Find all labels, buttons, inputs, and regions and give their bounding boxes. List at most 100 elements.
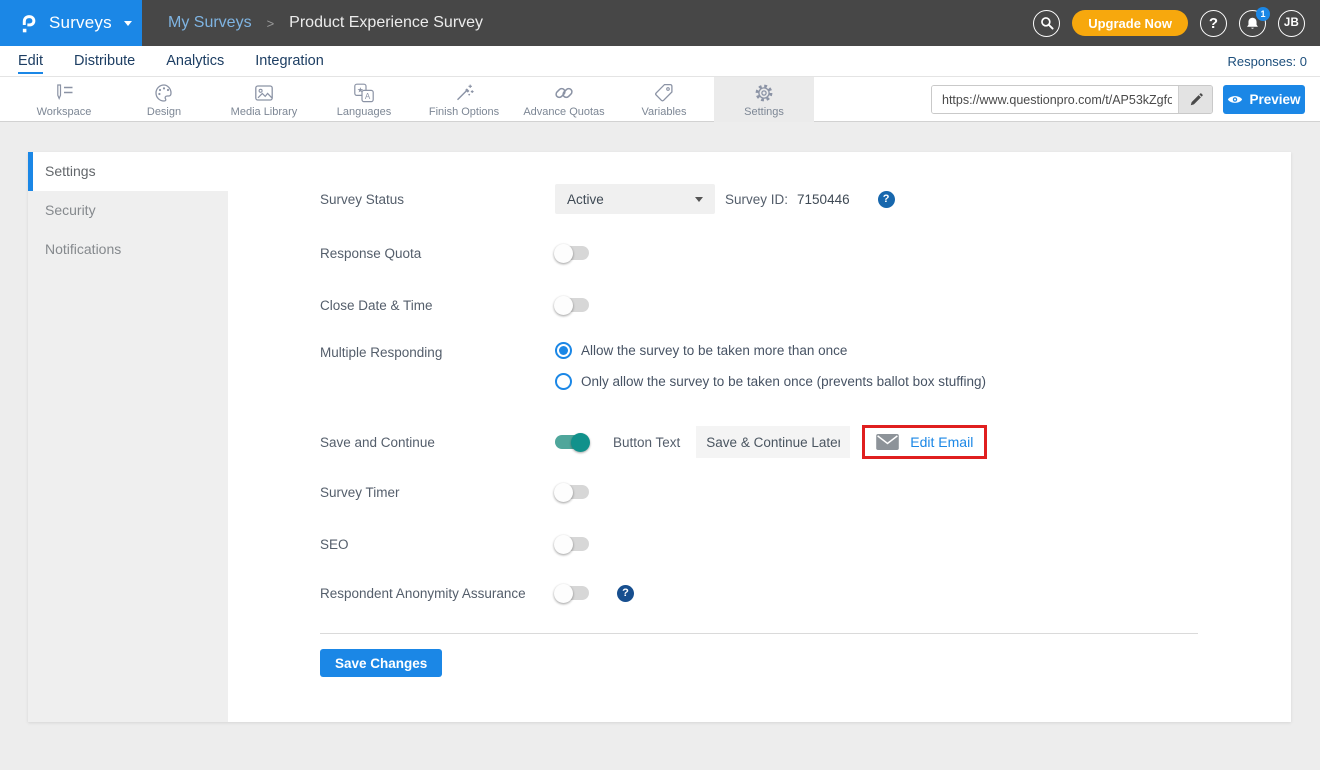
survey-status-select[interactable]: Active	[555, 184, 715, 214]
save-changes-button[interactable]: Save Changes	[320, 649, 442, 677]
multiple-responding-label: Multiple Responding	[320, 342, 555, 360]
toolbar-item-label: Design	[147, 106, 181, 118]
button-text-label: Button Text	[613, 435, 680, 450]
toolbar-item-design[interactable]: Design	[114, 77, 214, 122]
radio-unselected-icon[interactable]	[555, 373, 572, 390]
sidebar-item-settings[interactable]: Settings	[28, 152, 228, 191]
close-date-row: Close Date & Time	[320, 290, 1251, 320]
chain-links-icon	[553, 82, 575, 104]
tab-integration[interactable]: Integration	[255, 49, 324, 74]
toggle-knob	[554, 296, 573, 315]
breadcrumb-separator: >	[267, 16, 275, 31]
toolbar-item-label: Finish Options	[429, 106, 499, 118]
radio-option-once-only[interactable]: Only allow the survey to be taken once (…	[555, 373, 986, 390]
toolbar-item-media-library[interactable]: Media Library	[214, 77, 314, 122]
svg-text:A: A	[365, 91, 371, 100]
settings-form: Survey Status Active Survey ID: 7150446 …	[228, 152, 1291, 722]
radio-option-label: Allow the survey to be taken more than o…	[581, 343, 847, 358]
toolbar-item-languages[interactable]: ★ A Languages	[314, 77, 414, 122]
media-library-icon	[253, 82, 275, 104]
multiple-responding-row: Multiple Responding Allow the survey to …	[320, 342, 1251, 400]
preview-button[interactable]: Preview	[1223, 85, 1305, 114]
avatar[interactable]: JB	[1278, 10, 1305, 37]
tab-analytics[interactable]: Analytics	[166, 49, 224, 74]
search-button[interactable]	[1033, 10, 1060, 37]
tab-distribute[interactable]: Distribute	[74, 49, 135, 74]
workspace-icon	[53, 82, 75, 104]
settings-card: Settings Security Notifications Survey S…	[28, 152, 1291, 722]
toolbar-items: Workspace Design Media Library ★	[14, 77, 814, 122]
breadcrumb-survey-title: Product Experience Survey	[289, 14, 483, 32]
toolbar-item-variables[interactable]: Variables	[614, 77, 714, 122]
product-name: Surveys	[49, 13, 112, 33]
breadcrumb-my-surveys[interactable]: My Surveys	[168, 14, 252, 32]
survey-url-input[interactable]	[932, 86, 1178, 113]
edit-email-link[interactable]: Edit Email	[910, 434, 973, 450]
envelope-icon	[876, 434, 899, 450]
survey-id-label: Survey ID:	[725, 192, 788, 207]
survey-timer-row: Survey Timer	[320, 478, 1251, 506]
seo-row: SEO	[320, 530, 1251, 558]
anonymity-toggle[interactable]	[555, 586, 589, 600]
anonymity-help-icon[interactable]: ?	[617, 585, 634, 602]
chevron-down-icon	[124, 21, 132, 26]
survey-id-value: 7150446	[797, 192, 850, 207]
sidebar-item-security[interactable]: Security	[28, 191, 228, 230]
toggle-knob	[554, 584, 573, 603]
design-palette-icon	[153, 82, 175, 104]
questionpro-logo-icon	[17, 12, 40, 35]
radio-option-label: Only allow the survey to be taken once (…	[581, 374, 986, 389]
survey-id-help-icon[interactable]: ?	[878, 191, 895, 208]
anonymity-label: Respondent Anonymity Assurance	[320, 586, 555, 601]
toolbar-item-label: Workspace	[37, 106, 92, 118]
toolbar-item-advance-quotas[interactable]: Advance Quotas	[514, 77, 614, 122]
button-text-input[interactable]	[696, 426, 850, 458]
sidebar-item-notifications[interactable]: Notifications	[28, 230, 228, 269]
save-and-continue-row: Save and Continue Button Text Edit Email	[320, 423, 1251, 461]
pencil-icon	[1189, 93, 1203, 107]
radio-option-multiple-allowed[interactable]: Allow the survey to be taken more than o…	[555, 342, 986, 359]
anonymity-row: Respondent Anonymity Assurance ?	[320, 579, 1251, 607]
seo-toggle[interactable]	[555, 537, 589, 551]
tab-edit[interactable]: Edit	[18, 49, 43, 74]
edit-url-button[interactable]	[1178, 86, 1212, 113]
toggle-knob	[554, 535, 573, 554]
edit-email-highlight-box[interactable]: Edit Email	[862, 425, 987, 459]
top-header: Surveys My Surveys > Product Experience …	[0, 0, 1320, 46]
breadcrumb: My Surveys > Product Experience Survey	[168, 0, 483, 46]
toggle-knob	[571, 433, 590, 452]
toggle-knob	[554, 244, 573, 263]
toolbar-item-finish-options[interactable]: Finish Options	[414, 77, 514, 122]
edit-toolbar: Workspace Design Media Library ★	[0, 77, 1320, 122]
toolbar-item-label: Variables	[641, 106, 686, 118]
help-button[interactable]: ?	[1200, 10, 1227, 37]
seo-label: SEO	[320, 537, 555, 552]
responses-count: Responses: 0	[1228, 54, 1308, 69]
save-and-continue-label: Save and Continue	[320, 435, 555, 450]
avatar-initials: JB	[1284, 17, 1299, 29]
preview-label: Preview	[1249, 92, 1300, 107]
header-actions: Upgrade Now ? 1 JB	[1033, 0, 1305, 46]
close-date-toggle[interactable]	[555, 298, 589, 312]
toolbar-item-label: Settings	[744, 106, 784, 118]
close-date-label: Close Date & Time	[320, 298, 555, 313]
magic-wand-icon	[453, 82, 475, 104]
content-area: Settings Security Notifications Survey S…	[0, 122, 1320, 770]
toolbar-item-workspace[interactable]: Workspace	[14, 77, 114, 122]
save-and-continue-toggle[interactable]	[555, 435, 589, 449]
survey-status-label: Survey Status	[320, 192, 555, 207]
notifications-button[interactable]: 1	[1239, 10, 1266, 37]
toolbar-item-settings[interactable]: Settings	[714, 77, 814, 122]
toolbar-item-label: Advance Quotas	[523, 106, 604, 118]
toolbar-item-label: Media Library	[231, 106, 298, 118]
form-divider	[320, 633, 1198, 634]
upgrade-now-button[interactable]: Upgrade Now	[1072, 10, 1188, 36]
radio-selected-icon[interactable]	[555, 342, 572, 359]
response-quota-label: Response Quota	[320, 246, 555, 261]
survey-status-row: Survey Status Active Survey ID: 7150446 …	[320, 184, 1251, 214]
survey-timer-toggle[interactable]	[555, 485, 589, 499]
help-glyph: ?	[1209, 15, 1218, 32]
product-switcher[interactable]: Surveys	[0, 0, 142, 46]
response-quota-toggle[interactable]	[555, 246, 589, 260]
survey-url-field	[931, 85, 1213, 114]
